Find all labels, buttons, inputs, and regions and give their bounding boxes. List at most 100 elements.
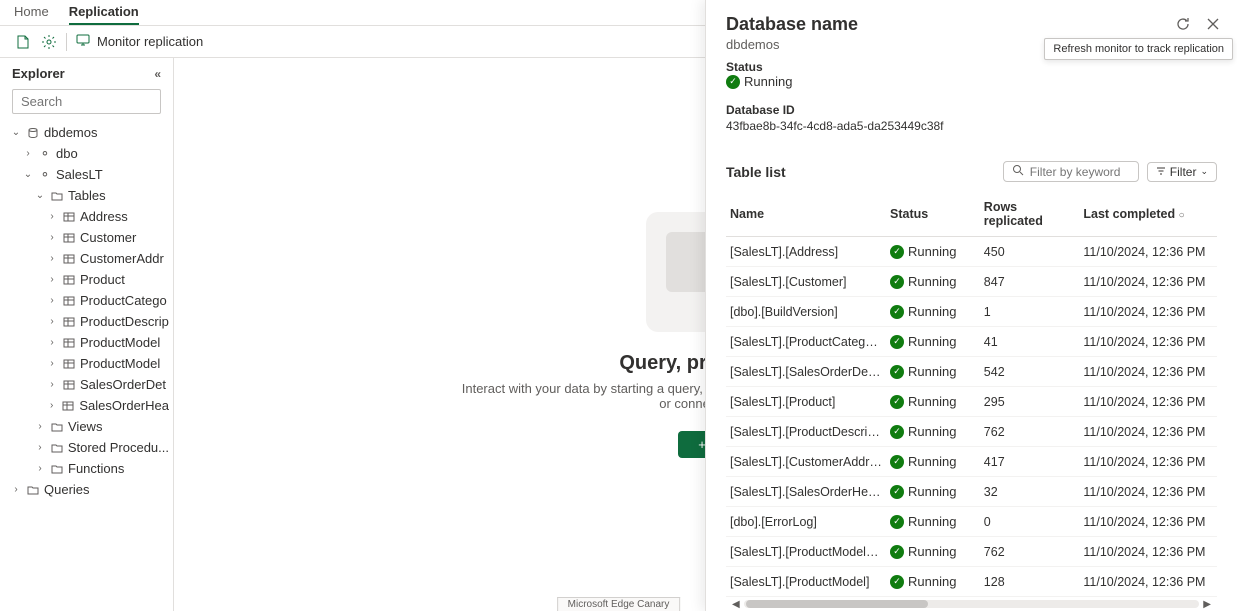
settings-icon[interactable]	[40, 33, 58, 51]
tree-schema-saleslt[interactable]: ⌄ ⚬ SalesLT	[6, 164, 173, 185]
explorer-tree: ⌄ dbdemos › ⚬ dbo ⌄ ⚬ SalesLT ⌄	[0, 122, 173, 603]
filter-button[interactable]: Filter ⌄	[1147, 162, 1217, 182]
scroll-right-icon[interactable]: ▶	[1203, 599, 1211, 610]
col-status[interactable]: Status	[886, 192, 980, 237]
chevron-right-icon: ›	[34, 442, 46, 453]
table-icon	[62, 252, 76, 266]
table-row[interactable]: [SalesLT].[Address]✓Running45011/10/2024…	[726, 237, 1217, 267]
cell-name: [SalesLT].[Address]	[726, 237, 886, 267]
table-row[interactable]: [SalesLT].[ProductModelProdu...✓Running7…	[726, 537, 1217, 567]
cell-rows: 542	[980, 357, 1080, 387]
tree-label: dbo	[56, 146, 78, 161]
chevron-right-icon: ›	[10, 484, 22, 495]
tab-replication[interactable]: Replication	[69, 4, 139, 25]
tree-queries[interactable]: › Queries	[6, 479, 173, 500]
tree-table-item[interactable]: › Address	[6, 206, 173, 227]
cell-status: ✓Running	[886, 537, 980, 567]
cell-status: ✓Running	[886, 267, 980, 297]
tree-db[interactable]: ⌄ dbdemos	[6, 122, 173, 143]
tree-folder-tables[interactable]: ⌄ Tables	[6, 185, 173, 206]
tree-folder-functions[interactable]: › Functions	[6, 458, 173, 479]
check-icon: ✓	[890, 485, 904, 499]
chevron-right-icon: ›	[22, 148, 34, 159]
tree-table-item[interactable]: ›CustomerAddr	[6, 248, 173, 269]
col-last[interactable]: Last completed ○	[1079, 192, 1217, 237]
check-icon: ✓	[890, 425, 904, 439]
scroll-track[interactable]	[744, 600, 1200, 608]
cell-last: 11/10/2024, 12:36 PM	[1079, 537, 1217, 567]
tree-label: Functions	[68, 461, 124, 476]
check-icon: ✓	[890, 335, 904, 349]
tree-table-item[interactable]: ›ProductModel	[6, 353, 173, 374]
chevron-right-icon: ›	[46, 400, 57, 411]
col-rows[interactable]: Rows replicated	[980, 192, 1080, 237]
tree-table-item[interactable]: ›ProductCatego	[6, 290, 173, 311]
search-input[interactable]	[12, 89, 161, 114]
replication-table: Name Status Rows replicated Last complet…	[726, 192, 1217, 597]
cell-rows: 295	[980, 387, 1080, 417]
table-row[interactable]: [dbo].[ErrorLog]✓Running011/10/2024, 12:…	[726, 507, 1217, 537]
scroll-left-icon[interactable]: ◀	[732, 599, 740, 610]
cell-last: 11/10/2024, 12:36 PM	[1079, 477, 1217, 507]
cell-name: [dbo].[BuildVersion]	[726, 297, 886, 327]
chevron-right-icon: ›	[46, 316, 58, 327]
table-list-title: Table list	[726, 164, 786, 180]
cell-name: [SalesLT].[ProductModel]	[726, 567, 886, 597]
tree-table-item[interactable]: ›Product	[6, 269, 173, 290]
folder-icon	[50, 441, 64, 455]
monitor-label: Monitor replication	[97, 34, 203, 49]
cell-last: 11/10/2024, 12:36 PM	[1079, 387, 1217, 417]
tree-table-label: Address	[80, 209, 128, 224]
schema-icon: ⚬	[38, 147, 52, 161]
folder-icon	[50, 420, 64, 434]
tree-table-label: ProductDescrip	[80, 314, 169, 329]
tree-table-item[interactable]: ›Customer	[6, 227, 173, 248]
cell-name: [SalesLT].[ProductDescription]	[726, 417, 886, 447]
table-row[interactable]: [SalesLT].[Customer]✓Running84711/10/202…	[726, 267, 1217, 297]
cell-last: 11/10/2024, 12:36 PM	[1079, 267, 1217, 297]
tree-table-item[interactable]: ›SalesOrderHea	[6, 395, 173, 416]
table-row[interactable]: [SalesLT].[ProductCategory]✓Running4111/…	[726, 327, 1217, 357]
cell-status: ✓Running	[886, 417, 980, 447]
tree-table-label: Customer	[80, 230, 136, 245]
tree-schema-dbo[interactable]: › ⚬ dbo	[6, 143, 173, 164]
scroll-thumb[interactable]	[746, 600, 928, 608]
tab-home[interactable]: Home	[14, 4, 49, 23]
table-row[interactable]: [SalesLT].[CustomerAddress]✓Running41711…	[726, 447, 1217, 477]
cell-rows: 1	[980, 297, 1080, 327]
table-row[interactable]: [SalesLT].[ProductModel]✓Running12811/10…	[726, 567, 1217, 597]
table-icon	[62, 210, 76, 224]
close-button[interactable]	[1203, 14, 1223, 34]
toolbar-separator	[66, 33, 67, 51]
filter-input[interactable]	[1030, 165, 1130, 179]
table-row[interactable]: [SalesLT].[Product]✓Running29511/10/2024…	[726, 387, 1217, 417]
refresh-button[interactable]	[1173, 14, 1193, 34]
cell-status: ✓Running	[886, 327, 980, 357]
col-name[interactable]: Name	[726, 192, 886, 237]
new-query-icon[interactable]	[14, 33, 32, 51]
table-row[interactable]: [SalesLT].[SalesOrderHeader]✓Running3211…	[726, 477, 1217, 507]
horizontal-scrollbar[interactable]: ◀ ▶	[726, 597, 1217, 611]
check-icon: ✓	[890, 365, 904, 379]
tree-table-item[interactable]: ›SalesOrderDet	[6, 374, 173, 395]
tree-label: Views	[68, 419, 102, 434]
table-row[interactable]: [dbo].[BuildVersion]✓Running111/10/2024,…	[726, 297, 1217, 327]
tree-folder-views[interactable]: › Views	[6, 416, 173, 437]
chevron-right-icon: ›	[46, 337, 58, 348]
table-row[interactable]: [SalesLT].[ProductDescription]✓Running76…	[726, 417, 1217, 447]
monitor-replication-button[interactable]: Monitor replication	[75, 32, 203, 51]
table-row[interactable]: [SalesLT].[SalesOrderDetail]✓Running5421…	[726, 357, 1217, 387]
table-icon	[62, 294, 76, 308]
cell-last: 11/10/2024, 12:36 PM	[1079, 297, 1217, 327]
cell-rows: 762	[980, 417, 1080, 447]
schema-icon: ⚬	[38, 168, 52, 182]
check-icon: ✓	[890, 275, 904, 289]
tree-table-item[interactable]: › ProductDescrip	[6, 311, 173, 332]
chevron-right-icon: ›	[46, 211, 58, 222]
tree-table-item[interactable]: ›ProductModel	[6, 332, 173, 353]
tree-folder-sp[interactable]: › Stored Procedu...	[6, 437, 173, 458]
chevron-down-icon: ⌄	[10, 127, 22, 138]
cell-rows: 41	[980, 327, 1080, 357]
chevron-right-icon: ›	[46, 358, 58, 369]
collapse-explorer-icon[interactable]: «	[154, 67, 161, 81]
